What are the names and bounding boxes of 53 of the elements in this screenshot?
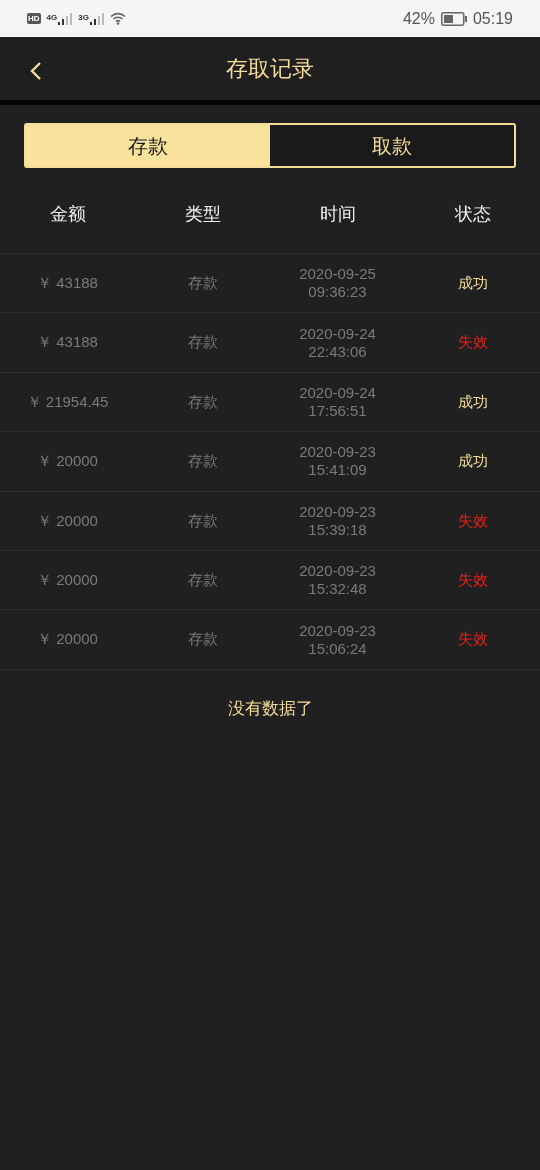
status-text: 失效 <box>456 510 489 531</box>
status-text: 失效 <box>456 629 489 650</box>
time-text: 17:56:51 <box>308 401 367 420</box>
time-text: 22:43:06 <box>308 342 367 361</box>
time-text: 15:39:18 <box>308 520 367 539</box>
type-cell-text: 存款 <box>186 451 219 472</box>
amount-cell-text: ￥ 43188 <box>36 332 99 353</box>
column-header: 时间 <box>318 203 357 226</box>
amount-cell-text: ￥ 20000 <box>36 510 99 531</box>
type-cell-text: 存款 <box>186 510 219 531</box>
tab[interactable]: 存款 <box>26 125 270 166</box>
type-cell-text: 存款 <box>186 391 219 412</box>
time-text: 09:36:23 <box>308 283 367 302</box>
column-header: 状态 <box>453 203 492 226</box>
date-text: 2020-09-23 <box>299 502 376 521</box>
status-text: 成功 <box>456 451 489 472</box>
end-of-list-note: 没有数据了 <box>227 697 313 720</box>
signal-icon <box>89 12 104 25</box>
date-text: 2020-09-23 <box>299 562 376 581</box>
type-cell-text: 存款 <box>186 332 219 353</box>
tab[interactable]: 取款 <box>270 125 514 166</box>
status-text: 失效 <box>456 569 489 590</box>
amount-cell-text: ￥ 20000 <box>36 451 99 472</box>
date-text: 2020-09-24 <box>299 324 376 343</box>
type-cell-text: 存款 <box>186 569 219 590</box>
date-text: 2020-09-25 <box>299 265 376 284</box>
date-text: 2020-09-24 <box>299 383 376 402</box>
signal-icon <box>58 12 73 25</box>
back-icon <box>30 61 42 81</box>
column-header: 金额 <box>48 203 87 226</box>
page-title: 存取记录 <box>226 55 314 83</box>
date-text: 2020-09-23 <box>299 443 376 462</box>
amount-cell-text: ￥ 43188 <box>36 272 99 293</box>
network-label: HD <box>27 13 41 24</box>
time-text: 15:06:24 <box>308 639 367 658</box>
battery-icon <box>440 11 467 26</box>
network-label: 3G <box>78 12 89 22</box>
date-text: 2020-09-23 <box>299 621 376 640</box>
amount-cell-text: ￥ 20000 <box>36 629 99 650</box>
time-text: 15:41:09 <box>308 461 367 480</box>
network-label: 4G <box>46 12 58 22</box>
amount-cell-text: ￥ 20000 <box>36 569 99 590</box>
status-text: 失效 <box>456 332 489 353</box>
amount-cell-text: ￥ 21954.45 <box>25 391 110 412</box>
wifi-icon <box>109 12 126 25</box>
type-cell-text: 存款 <box>186 272 219 293</box>
type-cell-text: 存款 <box>186 629 219 650</box>
time-text: 15:32:48 <box>308 580 367 599</box>
status-text: 成功 <box>456 272 489 293</box>
battery-percent: 42% <box>402 8 435 29</box>
column-header: 类型 <box>183 203 222 226</box>
status-text: 成功 <box>456 391 489 412</box>
clock: 05:19 <box>472 8 513 29</box>
